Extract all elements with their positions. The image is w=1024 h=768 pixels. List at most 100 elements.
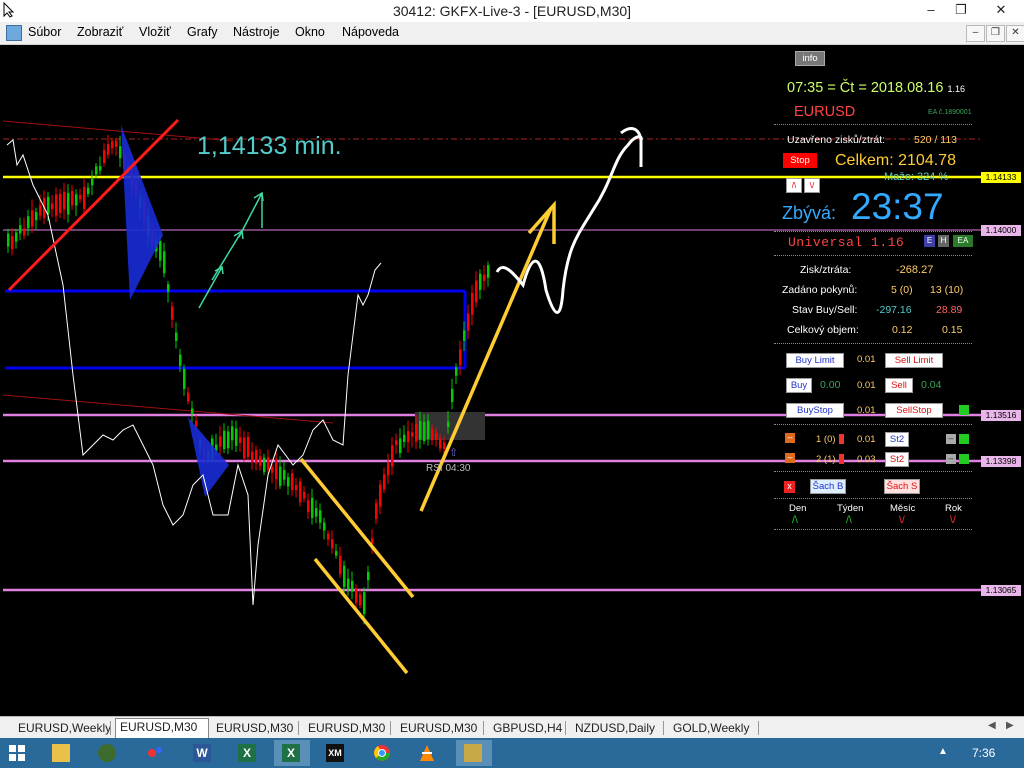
- mdi-close-button[interactable]: ✕: [1006, 25, 1024, 42]
- sach-s-button[interactable]: Šach S: [884, 479, 920, 494]
- row1-count: 1 (0): [816, 434, 836, 445]
- row1-st2-button[interactable]: St2: [885, 432, 909, 447]
- menu-file[interactable]: Súbor: [28, 25, 61, 39]
- minimize-button[interactable]: –: [922, 2, 940, 18]
- candle-body: [399, 438, 402, 453]
- green-square-1[interactable]: [959, 405, 969, 415]
- candle-body: [299, 481, 302, 503]
- taskbar-folder[interactable]: [44, 740, 80, 766]
- badge-e[interactable]: E: [924, 235, 935, 247]
- candle-body: [175, 332, 178, 341]
- info-button[interactable]: info: [795, 51, 825, 66]
- candle-body: [239, 437, 242, 443]
- candle-body: [327, 533, 330, 540]
- mdi-icon[interactable]: [6, 25, 22, 41]
- tab-eurusd-m30-4[interactable]: EURUSD,M30: [396, 720, 481, 736]
- taskbar-xm[interactable]: XM: [318, 740, 354, 766]
- menu-view[interactable]: Zobraziť: [77, 25, 123, 39]
- down-arrow-button[interactable]: \/: [804, 178, 820, 193]
- clock-line: 07:35 = Čt = 2018.08.16 1.16: [787, 80, 965, 96]
- candle-body: [179, 354, 182, 366]
- tab-separator: [483, 721, 484, 735]
- row2-st2-button[interactable]: St2: [885, 452, 909, 467]
- candle-body: [463, 330, 466, 341]
- title-bar: 30412: GKFX-Live-3 - [EURUSD,M30] – ❐ ✕: [0, 0, 1024, 22]
- menu-help[interactable]: Nápoveda: [342, 25, 399, 39]
- candle-body: [159, 240, 162, 261]
- taskbar-excel-2[interactable]: X: [274, 740, 310, 766]
- buy-button[interactable]: Buy: [786, 378, 812, 393]
- buy-limit-button[interactable]: Buy Limit: [786, 353, 844, 368]
- separator-5: [774, 424, 972, 425]
- tab-scroll-right-icon[interactable]: ▶: [1006, 720, 1014, 731]
- tab-eurusd-m30-active[interactable]: EURUSD,M30: [115, 718, 209, 738]
- candle-body: [259, 456, 262, 466]
- tab-eurusd-weekly[interactable]: EURUSD,Weekly: [14, 720, 115, 736]
- menu-tools[interactable]: Nástroje: [233, 25, 280, 39]
- candle-body: [107, 144, 110, 155]
- period-day-label: Den: [789, 503, 807, 514]
- period-year-label: Rok: [945, 503, 962, 514]
- row1-gray-button[interactable]: –: [946, 434, 956, 444]
- taskbar-chrome[interactable]: [365, 740, 401, 766]
- separator-8: [774, 529, 972, 530]
- row2-gray-button[interactable]: –: [946, 454, 956, 464]
- taskbar-mt4-globe[interactable]: [90, 740, 126, 766]
- menu-bar: Súbor Zobraziť Vložiť Grafy Nástroje Okn…: [0, 22, 1024, 45]
- minus-button-1[interactable]: –: [785, 433, 795, 443]
- sach-b-button[interactable]: Šach B: [810, 479, 846, 494]
- candle-body: [471, 292, 474, 315]
- taskbar-word[interactable]: W: [185, 740, 221, 766]
- candle-body: [247, 436, 250, 457]
- taskbar-paint[interactable]: [138, 740, 174, 766]
- total-label: Celkem: 2104.78: [835, 152, 956, 169]
- taskbar-vlc[interactable]: [410, 740, 446, 766]
- mdi-minimize-button[interactable]: –: [966, 25, 985, 42]
- tab-separator: [565, 721, 566, 735]
- period-year-dir: \/: [950, 514, 956, 526]
- close-button[interactable]: ✕: [992, 2, 1010, 18]
- badge-h[interactable]: H: [938, 235, 949, 247]
- tab-gbpusd-h4[interactable]: GBPUSD,H4: [489, 720, 566, 736]
- delete-label: Maže:: [884, 171, 914, 183]
- yellow-arrow-head: [527, 200, 556, 244]
- row1-green-square[interactable]: [959, 434, 969, 444]
- row2-green-square[interactable]: [959, 454, 969, 464]
- mt4-icon: [464, 744, 482, 762]
- tab-nzdusd-daily[interactable]: NZDUSD,Daily: [571, 720, 659, 736]
- lot-2: 0.01: [857, 380, 876, 391]
- candle-body: [323, 522, 326, 531]
- candle-body: [95, 166, 98, 175]
- restore-button[interactable]: ❐: [952, 2, 970, 18]
- windows-start-icon[interactable]: [9, 745, 25, 761]
- tab-eurusd-m30-2[interactable]: EURUSD,M30: [212, 720, 297, 736]
- tray-up-arrow-icon[interactable]: ▲: [938, 746, 948, 757]
- minus-button-2[interactable]: –: [785, 453, 795, 463]
- taskbar-mt4[interactable]: [456, 740, 492, 766]
- sell-button[interactable]: Sell: [885, 378, 913, 393]
- sell-limit-button[interactable]: Sell Limit: [885, 353, 943, 368]
- buy-stop-button[interactable]: BuyStop: [786, 403, 844, 418]
- tab-scroll-left-icon[interactable]: ◀: [988, 720, 996, 731]
- menu-charts[interactable]: Grafy: [187, 25, 218, 39]
- candle-body: [283, 470, 286, 480]
- candles-group: [7, 134, 490, 625]
- menu-insert[interactable]: Vložiť: [139, 25, 171, 39]
- mdi-restore-button[interactable]: ❐: [986, 25, 1005, 42]
- menu-window[interactable]: Okno: [295, 25, 325, 39]
- clock-text: 07:35 = Čt = 2018.08.16: [787, 80, 944, 96]
- taskbar-excel-1[interactable]: X: [230, 740, 266, 766]
- close-x-button[interactable]: x: [784, 481, 795, 493]
- sell-stop-button[interactable]: SellStop: [885, 403, 943, 418]
- candle-body: [355, 588, 358, 603]
- tab-eurusd-m30-3[interactable]: EURUSD,M30: [304, 720, 389, 736]
- row1-lot: 0.01: [857, 434, 876, 445]
- tab-separator: [663, 721, 664, 735]
- row2-count: 2 (1): [816, 454, 836, 465]
- badge-ea[interactable]: EA: [953, 235, 973, 247]
- candle-body: [11, 235, 14, 250]
- tray-clock[interactable]: 7:36: [972, 746, 995, 760]
- up-arrow-button[interactable]: /\: [786, 178, 802, 193]
- tab-gold-weekly[interactable]: GOLD,Weekly: [669, 720, 753, 736]
- stop-button[interactable]: Stop: [783, 153, 817, 168]
